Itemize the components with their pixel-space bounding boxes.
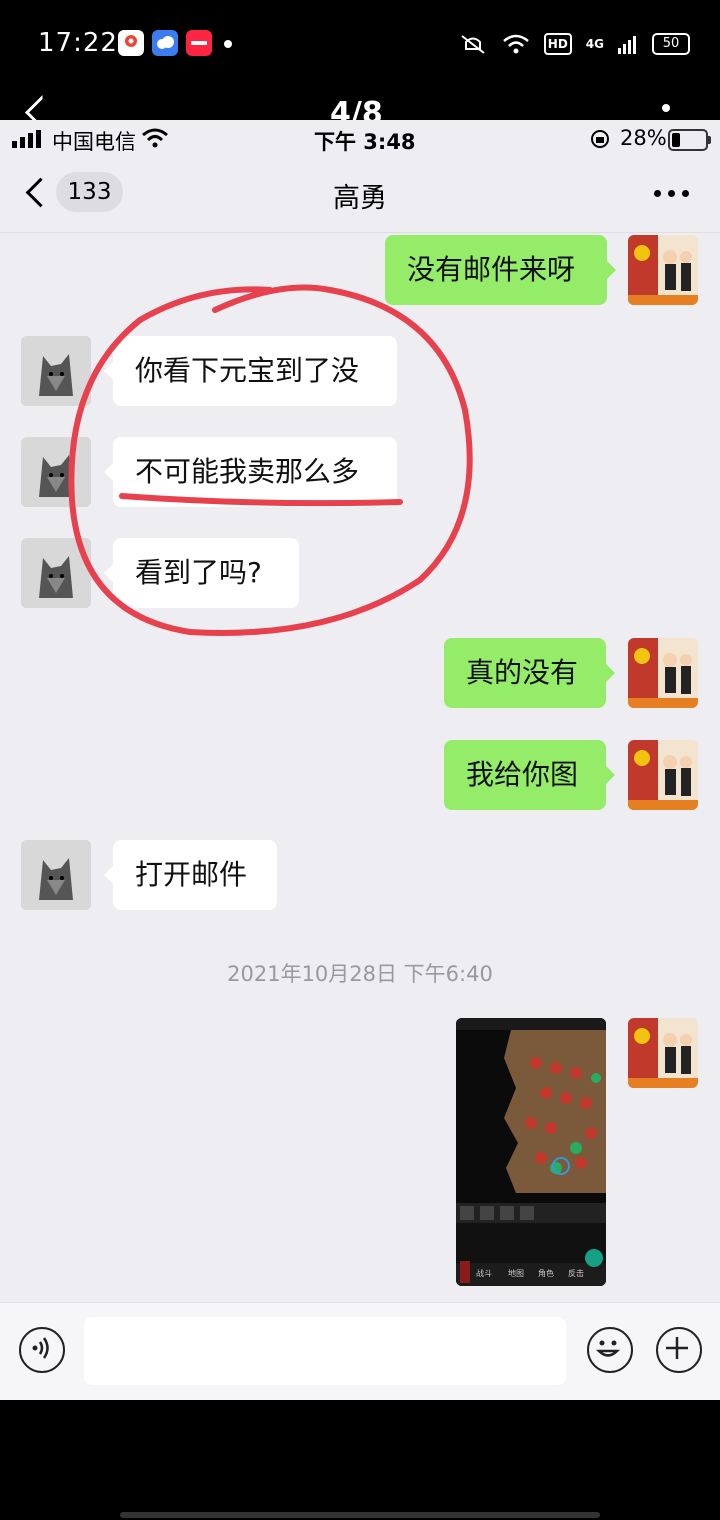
home-indicator[interactable] xyxy=(120,1512,600,1518)
plus-icon xyxy=(666,1337,688,1359)
xiaohongshu-app-icon xyxy=(186,30,212,56)
wifi-icon xyxy=(502,34,529,54)
cloud-app-icon xyxy=(152,30,178,56)
voice-icon xyxy=(32,1337,49,1359)
message-input[interactable] xyxy=(84,1317,566,1385)
chat-screenshot: 中国电信 下午 3:48 28% 133 高勇 没有邮件来呀 你看下元宝到了没 … xyxy=(0,120,720,1400)
more-functions-button[interactable] xyxy=(656,1327,702,1373)
emoji-button[interactable] xyxy=(587,1327,633,1373)
red-annotation-circle xyxy=(68,284,473,636)
phone-clock: 17:22 xyxy=(38,28,118,58)
battery-indicator: 50 xyxy=(652,33,690,55)
mute-icon xyxy=(461,35,485,54)
network-type: 4G xyxy=(585,37,604,51)
maps-app-icon xyxy=(118,30,144,56)
notification-dot xyxy=(224,40,232,48)
voice-input-button[interactable] xyxy=(19,1327,65,1373)
signal-icon xyxy=(618,36,636,54)
gallery-more-icon[interactable] xyxy=(662,104,670,112)
gallery-bottom-area xyxy=(0,1400,720,1520)
emoji-icon xyxy=(595,1340,621,1357)
hd-badge: HD xyxy=(543,33,572,55)
input-bar xyxy=(0,1302,720,1400)
status-icons: HD 4G 50 xyxy=(458,30,690,58)
